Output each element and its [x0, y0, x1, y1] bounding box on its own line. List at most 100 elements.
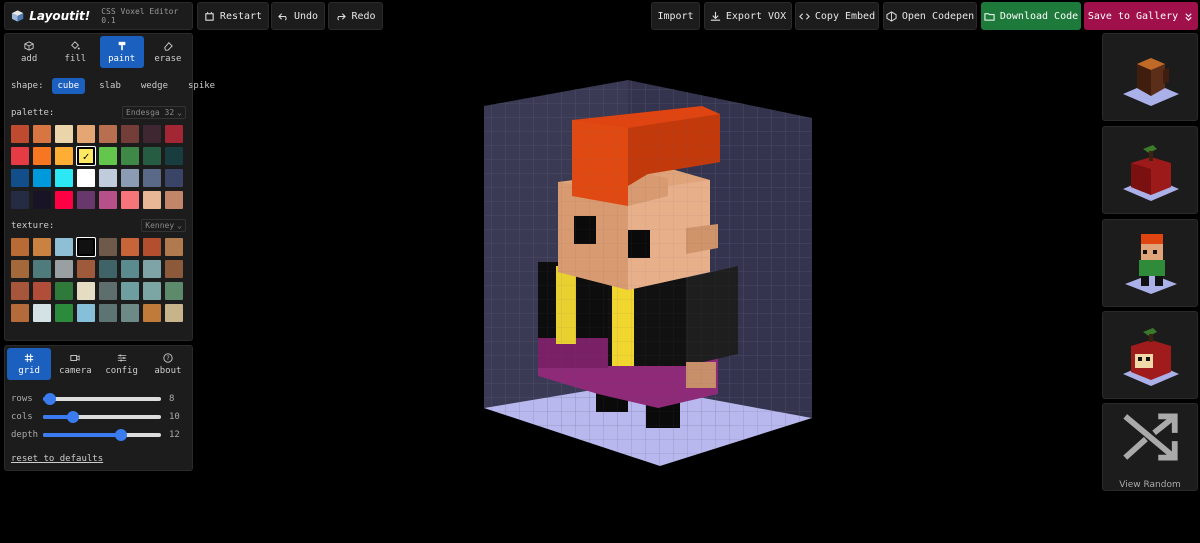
texture-swatch[interactable]	[55, 304, 73, 322]
texture-swatch[interactable]	[143, 260, 161, 278]
texture-swatch[interactable]	[11, 282, 29, 300]
export-vox-button[interactable]: Export VOX	[704, 2, 792, 30]
palette-swatch[interactable]	[11, 125, 29, 143]
texture-swatch[interactable]	[121, 260, 139, 278]
texture-swatch[interactable]	[143, 238, 161, 256]
gallery-item-character[interactable]	[1102, 219, 1198, 307]
palette-swatch[interactable]	[99, 191, 117, 209]
cols-slider-knob[interactable]	[66, 411, 79, 423]
palette-swatch[interactable]	[11, 169, 29, 187]
tab-grid[interactable]: grid	[7, 348, 52, 380]
palette-swatch[interactable]	[55, 169, 73, 187]
texture-swatch[interactable]	[99, 282, 117, 300]
palette-swatch[interactable]	[77, 191, 95, 209]
gallery-item-barrel[interactable]	[1102, 33, 1198, 121]
restart-button[interactable]: Restart	[197, 2, 269, 30]
palette-swatch[interactable]	[121, 191, 139, 209]
texture-swatch[interactable]	[165, 282, 183, 300]
palette-swatch[interactable]	[33, 191, 51, 209]
gallery-item-apple[interactable]	[1102, 126, 1198, 214]
tool-erase[interactable]: erase	[146, 36, 190, 68]
tool-add[interactable]: add	[7, 36, 51, 68]
palette-swatch[interactable]	[165, 191, 183, 209]
cols-slider[interactable]	[43, 411, 161, 423]
palette-swatch[interactable]	[165, 125, 183, 143]
palette-swatch[interactable]	[55, 125, 73, 143]
texture-swatch[interactable]	[99, 260, 117, 278]
tool-paint[interactable]: paint	[99, 36, 144, 68]
view-random-button[interactable]: View Random	[1102, 403, 1198, 491]
palette-swatch[interactable]	[33, 125, 51, 143]
texture-swatch[interactable]	[121, 282, 139, 300]
palette-swatch[interactable]	[11, 191, 29, 209]
texture-swatch[interactable]	[11, 260, 29, 278]
app-logo[interactable]: Layoutit! CSS Voxel Editor 0.1	[4, 2, 193, 30]
palette-swatch[interactable]	[143, 125, 161, 143]
palette-swatch[interactable]	[165, 147, 183, 165]
texture-select[interactable]: Kenney ⌄	[141, 219, 186, 232]
redo-button[interactable]: Redo	[328, 2, 383, 30]
palette-swatch[interactable]	[55, 191, 73, 209]
palette-swatch[interactable]	[143, 147, 161, 165]
rows-slider[interactable]	[43, 393, 161, 405]
texture-swatch[interactable]	[165, 238, 183, 256]
palette-swatch[interactable]	[99, 147, 117, 165]
download-code-button[interactable]: Download Code	[981, 2, 1081, 30]
shape-spike[interactable]: spike	[182, 78, 221, 94]
copy-embed-button[interactable]: Copy Embed	[795, 2, 879, 30]
palette-swatch[interactable]: ✓	[76, 146, 96, 166]
shape-slab[interactable]: slab	[93, 78, 127, 94]
palette-swatch[interactable]	[121, 169, 139, 187]
palette-swatch[interactable]	[11, 147, 29, 165]
palette-swatch[interactable]	[121, 147, 139, 165]
texture-swatch[interactable]	[143, 282, 161, 300]
tool-fill[interactable]: fill	[53, 36, 97, 68]
save-to-gallery-button[interactable]: Save to Gallery	[1084, 2, 1198, 30]
texture-swatch[interactable]	[77, 304, 95, 322]
texture-swatch[interactable]	[121, 238, 139, 256]
depth-slider-knob[interactable]	[114, 429, 127, 441]
palette-select[interactable]: Endesga 32 ⌄	[122, 106, 186, 119]
palette-swatch[interactable]	[143, 191, 161, 209]
texture-swatch[interactable]	[55, 282, 73, 300]
texture-swatch[interactable]	[121, 304, 139, 322]
palette-swatch[interactable]	[121, 125, 139, 143]
palette-swatch[interactable]	[99, 125, 117, 143]
gallery-item-apple-face[interactable]	[1102, 311, 1198, 399]
texture-swatch[interactable]	[33, 260, 51, 278]
palette-swatch[interactable]	[33, 147, 51, 165]
texture-swatch[interactable]	[33, 282, 51, 300]
palette-swatch[interactable]	[77, 125, 95, 143]
palette-swatch[interactable]	[143, 169, 161, 187]
shape-wedge[interactable]: wedge	[135, 78, 174, 94]
texture-swatch[interactable]	[77, 282, 95, 300]
shape-cube[interactable]: cube	[51, 78, 86, 94]
texture-swatch[interactable]	[11, 238, 29, 256]
voxel-viewport[interactable]	[478, 76, 818, 471]
depth-slider[interactable]	[43, 429, 161, 441]
tab-about[interactable]: ? about	[146, 348, 190, 380]
texture-swatch[interactable]	[99, 304, 117, 322]
texture-swatch[interactable]	[77, 260, 95, 278]
texture-swatch[interactable]	[76, 237, 96, 257]
open-codepen-button[interactable]: Open Codepen	[883, 2, 977, 30]
tab-camera[interactable]: camera	[53, 348, 97, 380]
texture-swatch[interactable]	[55, 238, 73, 256]
palette-swatch[interactable]	[165, 169, 183, 187]
palette-swatch[interactable]	[99, 169, 117, 187]
texture-swatch[interactable]	[165, 260, 183, 278]
rows-slider-knob[interactable]	[44, 393, 57, 405]
import-button[interactable]: Import	[651, 2, 700, 30]
palette-swatch[interactable]	[33, 169, 51, 187]
texture-swatch[interactable]	[99, 238, 117, 256]
texture-swatch[interactable]	[165, 304, 183, 322]
undo-button[interactable]: Undo	[271, 2, 325, 30]
reset-defaults-link[interactable]: reset to defaults	[11, 454, 186, 464]
palette-swatch[interactable]	[55, 147, 73, 165]
palette-swatch[interactable]	[77, 169, 95, 187]
tab-config[interactable]: config	[100, 348, 144, 380]
texture-swatch[interactable]	[33, 238, 51, 256]
texture-swatch[interactable]	[33, 304, 51, 322]
texture-swatch[interactable]	[55, 260, 73, 278]
texture-swatch[interactable]	[11, 304, 29, 322]
